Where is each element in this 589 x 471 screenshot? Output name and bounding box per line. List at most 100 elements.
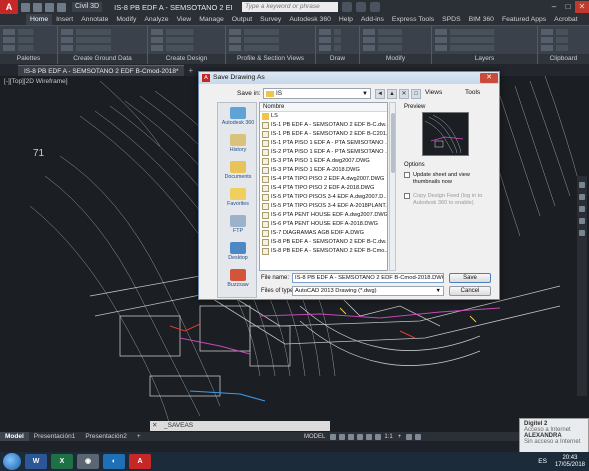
dialog-close-button[interactable]: ✕ bbox=[480, 73, 498, 83]
file-name-input[interactable]: IS-8 PB EDF A - SEMSOTANO 2 EDF B-Cmod-2… bbox=[292, 273, 444, 283]
tab-add-ins[interactable]: Add-ins bbox=[357, 14, 388, 25]
folder-row[interactable]: LS bbox=[260, 112, 387, 121]
tab-analyze[interactable]: Analyze bbox=[140, 14, 172, 25]
file-row[interactable]: IS-2 PTA PISO 1 EDF A - PTA SEMISOTANO .… bbox=[260, 148, 387, 157]
new-folder-icon[interactable]: □ bbox=[411, 89, 421, 99]
column-header-name[interactable]: Nombre bbox=[260, 103, 387, 112]
ribbon-panel-draw[interactable]: Draw bbox=[316, 26, 360, 64]
undo-icon[interactable] bbox=[57, 2, 66, 12]
file-row[interactable]: IS-5 PTA TIPO PISOS 3-4 EDF A.dwg2007.D.… bbox=[260, 193, 387, 202]
start-button[interactable] bbox=[3, 453, 21, 470]
file-row[interactable]: IS-1 PB EDF A - SEMSOTANO 2 EDF B-C.dw..… bbox=[260, 121, 387, 130]
file-row[interactable]: IS-6 PTA PENT HOUSE EDF A.dwg2007.DWG bbox=[260, 211, 387, 220]
tab-presentacion2[interactable]: Presentación2 bbox=[80, 432, 132, 441]
views-menu[interactable]: Views bbox=[425, 89, 442, 96]
tab-home[interactable]: Home bbox=[26, 14, 53, 25]
tab-view[interactable]: View bbox=[173, 14, 196, 25]
grid-icon[interactable] bbox=[330, 433, 337, 440]
tab-featured-apps[interactable]: Featured Apps bbox=[498, 14, 550, 25]
tab-modify[interactable]: Modify bbox=[112, 14, 140, 25]
showmotion-icon[interactable] bbox=[579, 218, 585, 224]
minimize-button[interactable]: – bbox=[547, 1, 561, 13]
place-history[interactable]: History bbox=[218, 134, 258, 153]
tab-help[interactable]: Help bbox=[335, 14, 357, 25]
file-row[interactable]: IS-5 PTA TIPO PISOS 3-4 EDF A-2018PLANT.… bbox=[260, 202, 387, 211]
tab-acrobat[interactable]: Acrobat bbox=[550, 14, 581, 25]
ribbon-panel-palettes[interactable]: Palettes bbox=[0, 26, 58, 64]
lineweight-icon[interactable] bbox=[375, 433, 382, 440]
ribbon-panel-modify[interactable]: Modify bbox=[360, 26, 432, 64]
file-row[interactable]: IS-8 PB EDF A - SEMSOTANO 2 EDF B-Cmo... bbox=[260, 247, 387, 256]
autocad-taskbar-icon[interactable]: A bbox=[129, 454, 151, 469]
place-favorites[interactable]: Favorites bbox=[218, 188, 258, 207]
update-thumbnails-checkbox[interactable]: Update sheet and view thumbnails now bbox=[404, 172, 494, 185]
place-documents[interactable]: Documents bbox=[218, 161, 258, 180]
file-row[interactable]: IS-6 PTA PENT HOUSE EDF A-2018.DWG bbox=[260, 220, 387, 229]
binoculars-icon[interactable] bbox=[342, 2, 353, 12]
file-row[interactable]: IS-1 PTA PISO 1 EDF A - PTA SEMISOTANO .… bbox=[260, 139, 387, 148]
excel-icon[interactable]: X bbox=[51, 454, 73, 469]
tab-survey[interactable]: Survey bbox=[256, 14, 285, 25]
workspace-selector[interactable]: Civil 3D bbox=[72, 2, 103, 12]
save-icon[interactable] bbox=[45, 2, 54, 12]
tab-presentacion1[interactable]: Presentación1 bbox=[29, 432, 81, 441]
file-row[interactable]: IS-7 DIAGRAMAS AGB EDIF A.DWG bbox=[260, 229, 387, 238]
file-list-scrollbar[interactable] bbox=[389, 102, 396, 271]
workspace-icon[interactable] bbox=[406, 433, 413, 440]
back-icon[interactable]: ◄ bbox=[375, 89, 385, 99]
command-close-icon[interactable]: ✕ bbox=[152, 421, 157, 431]
tab-bim-360[interactable]: BIM 360 bbox=[465, 14, 498, 25]
add-layout-button[interactable]: + bbox=[132, 432, 146, 441]
place-buzzsaw[interactable]: Buzzsaw bbox=[218, 269, 258, 288]
file-row[interactable]: IS-8 PB EDF A - SEMSOTANO 2 EDF B-C.dw..… bbox=[260, 238, 387, 247]
word-icon[interactable]: W bbox=[25, 454, 47, 469]
new-tab-button[interactable]: + bbox=[188, 65, 193, 76]
autocad-logo-icon[interactable]: A bbox=[0, 0, 18, 14]
place-autodesk-360[interactable]: Autodesk 360 bbox=[218, 107, 258, 126]
file-type-dropdown[interactable]: AutoCAD 2013 Drawing (*.dwg) ▼ bbox=[292, 286, 444, 296]
new-file-icon[interactable] bbox=[21, 2, 30, 12]
command-line[interactable]: ✕ _SAVEAS bbox=[150, 421, 330, 431]
osnap-icon[interactable] bbox=[366, 433, 373, 440]
clock[interactable]: 20:43 17/05/2018 bbox=[555, 455, 585, 469]
coordinates-toggle[interactable]: + bbox=[398, 434, 402, 440]
dialog-title-bar[interactable]: A Save Drawing As ✕ bbox=[199, 72, 499, 84]
ribbon-panel-profile-section-views[interactable]: Profile & Section Views bbox=[226, 26, 316, 64]
search-input[interactable]: Type a keyword or phrase bbox=[242, 2, 339, 12]
file-row[interactable]: IS-3 PTA PISO 1 EDF A-2018.DWG bbox=[260, 166, 387, 175]
tab-manage[interactable]: Manage bbox=[195, 14, 228, 25]
close-button[interactable]: ✕ bbox=[575, 1, 589, 13]
annotation-scale[interactable]: 1:1 bbox=[384, 434, 392, 440]
ribbon-panel-layers[interactable]: Layers bbox=[432, 26, 538, 64]
file-row[interactable]: IS-4 PTA TIPO PISO 2 EDF A.dwg2007.DWG bbox=[260, 175, 387, 184]
language-indicator[interactable]: ES bbox=[538, 458, 547, 465]
ortho-icon[interactable] bbox=[348, 433, 355, 440]
place-desktop[interactable]: Desktop bbox=[218, 242, 258, 261]
file-row[interactable]: IS-3 PTA PISO 1 EDF A.dwg2007.DWG bbox=[260, 157, 387, 166]
open-file-icon[interactable] bbox=[33, 2, 42, 12]
orbit-icon[interactable] bbox=[579, 206, 585, 212]
tab-autodesk-360[interactable]: Autodesk 360 bbox=[285, 14, 335, 25]
pan-icon[interactable] bbox=[579, 182, 585, 188]
save-button[interactable]: Save bbox=[449, 273, 491, 283]
ribbon-panel-create-design[interactable]: Create Design bbox=[148, 26, 226, 64]
model-space-toggle[interactable]: MODEL bbox=[304, 434, 325, 440]
user-icon[interactable] bbox=[356, 2, 367, 12]
tools-menu[interactable]: Tools bbox=[465, 89, 480, 96]
polar-icon[interactable] bbox=[357, 433, 364, 440]
explorer-icon[interactable]: ◉ bbox=[77, 454, 99, 469]
place-ftp[interactable]: FTP bbox=[218, 215, 258, 234]
cancel-button[interactable]: Cancel bbox=[449, 286, 491, 296]
customize-icon[interactable] bbox=[415, 433, 422, 440]
file-list[interactable]: Nombre LS IS-1 PB EDF A - SEMSOTANO 2 EDF… bbox=[259, 102, 388, 271]
file-row[interactable]: IS-1 PB EDF A - SEMSOTANO 2 EDF B-C201..… bbox=[260, 130, 387, 139]
save-in-dropdown[interactable]: IS ▼ bbox=[263, 88, 371, 99]
tab-output[interactable]: Output bbox=[228, 14, 256, 25]
up-folder-icon[interactable]: ▲ bbox=[387, 89, 397, 99]
file-row[interactable]: IS-4 PTA TIPO PISO 2 EDF A-2018.DWG bbox=[260, 184, 387, 193]
steering-wheel-icon[interactable] bbox=[579, 230, 585, 236]
delete-icon[interactable]: ✕ bbox=[399, 89, 409, 99]
document-tab[interactable]: IS-8 PB EDF A - SEMSOTANO 2 EDF B-Cmod-2… bbox=[18, 65, 185, 76]
network-notification[interactable]: Digitel 2 Acceso a Internet ALEXANDRA Si… bbox=[519, 418, 589, 456]
scrollbar-thumb[interactable] bbox=[391, 113, 395, 173]
